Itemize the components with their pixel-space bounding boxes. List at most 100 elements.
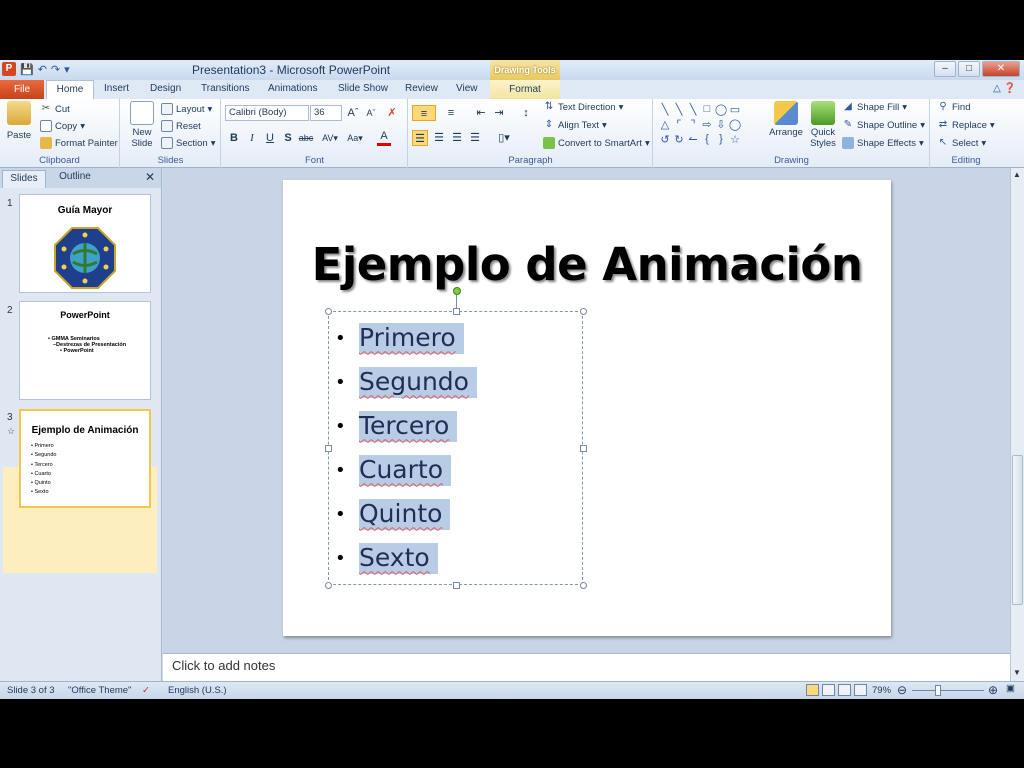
- scroll-down-icon[interactable]: ▼: [1013, 668, 1021, 677]
- theme-name[interactable]: "Office Theme": [68, 685, 131, 696]
- resize-handle-bottom[interactable]: [453, 582, 460, 589]
- convert-smartart-button[interactable]: Convert to SmartArt ▾: [543, 137, 650, 149]
- align-left-button[interactable]: ☰: [412, 130, 428, 146]
- cut-button[interactable]: ✂ Cut: [40, 103, 70, 115]
- align-text-button[interactable]: ⇕ Align Text ▾: [543, 119, 607, 131]
- find-button[interactable]: ⚲ Find: [937, 101, 970, 113]
- increase-indent-button[interactable]: ⇥: [491, 105, 507, 121]
- resize-handle-bottom-left[interactable]: [325, 582, 332, 589]
- arrange-button[interactable]: Arrange: [768, 101, 804, 138]
- tab-home[interactable]: Home: [46, 80, 94, 99]
- shape-effects-button[interactable]: Shape Effects ▾: [842, 137, 924, 149]
- line-spacing-button[interactable]: ↕: [515, 105, 537, 121]
- notes-pane[interactable]: Click to add notes: [163, 653, 1010, 681]
- tab-insert[interactable]: Insert: [104, 83, 129, 94]
- new-slide-button[interactable]: New Slide: [127, 101, 157, 149]
- change-case-button[interactable]: Aa▾: [344, 130, 366, 146]
- shape-outline-button[interactable]: ✎ Shape Outline ▾: [842, 119, 925, 131]
- reset-button[interactable]: Reset: [161, 120, 201, 132]
- rotate-handle[interactable]: [453, 287, 461, 295]
- tab-design[interactable]: Design: [150, 83, 181, 94]
- customize-qat-icon[interactable]: ▾: [64, 63, 70, 76]
- vertical-scrollbar[interactable]: ▲ ▼ ▲ ▼: [1010, 168, 1024, 699]
- slide-canvas[interactable]: Ejemplo de Animación • Primero • Segundo •…: [283, 180, 891, 636]
- help-icon[interactable]: △ ❓: [993, 83, 1016, 94]
- font-name-combo[interactable]: Calibri (Body): [225, 105, 309, 121]
- decrease-indent-button[interactable]: ⇤: [473, 105, 489, 121]
- list-item[interactable]: • Cuarto: [335, 448, 477, 492]
- scroll-up-icon[interactable]: ▲: [1013, 170, 1021, 179]
- fit-to-window-icon[interactable]: ▣: [1006, 683, 1015, 694]
- clear-formatting-icon[interactable]: ✗: [384, 105, 400, 121]
- tab-slide-show[interactable]: Slide Show: [338, 83, 388, 94]
- resize-handle-left[interactable]: [325, 445, 332, 452]
- text-direction-button[interactable]: ⇅ Text Direction ▾: [543, 101, 624, 113]
- format-painter-button[interactable]: Format Painter: [40, 137, 118, 149]
- list-item[interactable]: • Sexto: [335, 536, 477, 580]
- zoom-out-icon[interactable]: ⊖: [897, 683, 907, 697]
- character-spacing-button[interactable]: AV▾: [318, 130, 342, 146]
- shadow-button[interactable]: S: [280, 130, 296, 146]
- italic-button[interactable]: I: [244, 130, 260, 146]
- quick-styles-button[interactable]: Quick Styles: [807, 101, 839, 149]
- columns-button[interactable]: ▯▾: [493, 130, 515, 146]
- resize-handle-right[interactable]: [580, 445, 587, 452]
- powerpoint-logo-icon[interactable]: P: [2, 62, 16, 76]
- bullets-button[interactable]: ≡: [412, 105, 436, 121]
- copy-button[interactable]: Copy ▾: [40, 120, 85, 132]
- slide-sorter-view-icon[interactable]: [822, 684, 835, 696]
- normal-view-icon[interactable]: [806, 684, 819, 696]
- shape-fill-button[interactable]: ◢ Shape Fill ▾: [842, 101, 907, 113]
- tab-file[interactable]: File: [0, 80, 44, 99]
- close-button[interactable]: ✕: [982, 61, 1020, 77]
- slide-thumbnail-1[interactable]: Guía Mayor: [19, 194, 151, 293]
- tab-outline[interactable]: Outline: [50, 171, 100, 182]
- justify-button[interactable]: ☰: [467, 130, 483, 146]
- slide-thumbnail-2[interactable]: PowerPoint • GMMA Seminarios –Destrezas …: [19, 301, 151, 400]
- font-size-combo[interactable]: 36: [310, 105, 342, 121]
- tab-review[interactable]: Review: [405, 83, 438, 94]
- replace-button[interactable]: ⇄ Replace ▾: [937, 119, 995, 131]
- spell-check-icon[interactable]: ✓: [142, 685, 150, 696]
- scrollbar-thumb[interactable]: [1012, 455, 1023, 605]
- close-pane-icon[interactable]: ✕: [145, 170, 155, 184]
- list-item[interactable]: • Segundo: [335, 360, 477, 404]
- language-indicator[interactable]: English (U.S.): [168, 685, 227, 696]
- select-button[interactable]: ↖ Select ▾: [937, 137, 986, 149]
- resize-handle-top-right[interactable]: [580, 308, 587, 315]
- layout-button[interactable]: Layout ▾: [161, 103, 212, 115]
- save-icon[interactable]: 💾: [20, 63, 34, 76]
- bold-button[interactable]: B: [226, 130, 242, 146]
- zoom-in-icon[interactable]: ⊕: [988, 683, 998, 697]
- shapes-gallery[interactable]: ╲ ╲ ╲ □ ◯ ▭ △ ⌜ ⌝ ⇨ ⇩ ◯ ↺ ↻ ↼{} ☆: [658, 103, 758, 148]
- list-item[interactable]: • Tercero: [335, 404, 477, 448]
- tab-slides[interactable]: Slides: [2, 170, 46, 188]
- reading-view-icon[interactable]: [838, 684, 851, 696]
- minimize-button[interactable]: –: [934, 61, 956, 77]
- grow-font-icon[interactable]: Aˆ: [345, 105, 361, 121]
- undo-icon[interactable]: ↶: [38, 63, 47, 76]
- numbering-button[interactable]: ≡: [440, 105, 462, 121]
- tab-view[interactable]: View: [456, 83, 478, 94]
- tab-animations[interactable]: Animations: [268, 83, 317, 94]
- list-item[interactable]: • Primero: [335, 316, 477, 360]
- strikethrough-button[interactable]: abc: [298, 130, 314, 146]
- resize-handle-top-left[interactable]: [325, 308, 332, 315]
- resize-handle-bottom-right[interactable]: [580, 582, 587, 589]
- content-placeholder[interactable]: • Primero • Segundo • Tercero • Cuarto • Quin…: [325, 287, 587, 589]
- maximize-button[interactable]: □: [958, 61, 980, 77]
- zoom-slider-track[interactable]: [912, 690, 984, 691]
- zoom-level[interactable]: 79%: [872, 685, 891, 696]
- slide-show-view-icon[interactable]: [854, 684, 867, 696]
- align-center-button[interactable]: ☰: [431, 130, 447, 146]
- underline-button[interactable]: U: [262, 130, 278, 146]
- tab-format[interactable]: Format: [490, 80, 560, 99]
- resize-handle-top[interactable]: [453, 308, 460, 315]
- align-right-button[interactable]: ☰: [449, 130, 465, 146]
- slide-thumbnail-3[interactable]: Ejemplo de Animación • Primero • Segundo…: [19, 409, 151, 508]
- font-color-button[interactable]: A: [377, 130, 391, 146]
- redo-icon[interactable]: ↷: [51, 63, 60, 76]
- tab-transitions[interactable]: Transitions: [201, 83, 250, 94]
- section-button[interactable]: Section ▾: [161, 137, 215, 149]
- paste-button[interactable]: Paste: [4, 101, 34, 141]
